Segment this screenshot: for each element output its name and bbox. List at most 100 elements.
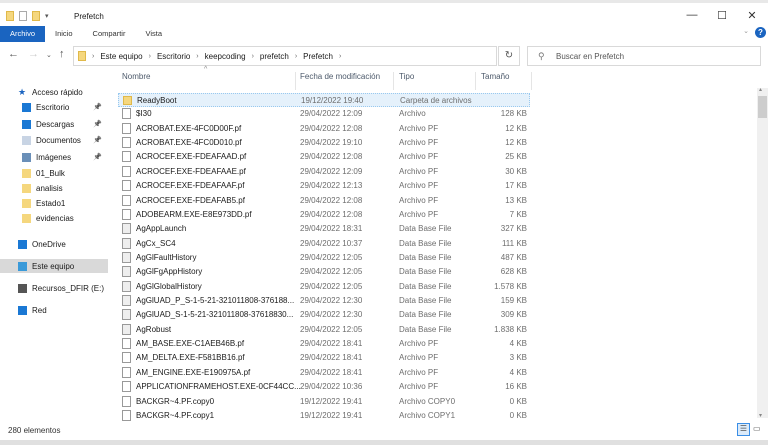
file-size: 17 KB (505, 181, 527, 191)
file-name: ACROBAT.EXE-4FC0D00F.pf (136, 123, 242, 133)
sidebar-item-label: Imágenes (36, 152, 72, 162)
sidebar-item-red[interactable]: Red (0, 303, 108, 317)
file-date: 29/04/2022 18:31 (300, 224, 363, 234)
column-header-date[interactable]: Fecha de modificación (300, 72, 380, 88)
file-row[interactable]: $I30 29/04/2022 12:09 Archivo 128 KB (118, 107, 530, 121)
breadcrumb-prefetch[interactable]: Prefetch (303, 52, 333, 61)
pin-icon[interactable]: 📌 (93, 136, 102, 144)
minimize-button[interactable]: — (677, 9, 707, 25)
sidebar-item-label: Estado1 (36, 198, 66, 208)
pin-icon[interactable]: 📌 (93, 120, 102, 128)
file-name: AM_ENGINE.EXE-E190975A.pf (136, 367, 251, 377)
file-date: 29/04/2022 12:05 (300, 324, 363, 334)
folder-icon (22, 168, 31, 178)
file-row[interactable]: AgGlUAD_P_S-1-5-21-321011808-376188... 29… (118, 294, 530, 308)
file-icon (122, 137, 131, 149)
file-type: Archivo PF (399, 339, 439, 349)
file-row[interactable]: AgGlFgAppHistory 29/04/2022 12:05 Data Bas… (118, 265, 530, 279)
large-icons-view-button[interactable]: ▭ (753, 424, 764, 435)
file-date: 29/04/2022 12:08 (300, 152, 363, 162)
breadcrumb-prefetch-parent[interactable]: prefetch (260, 52, 289, 61)
new-folder-icon[interactable] (32, 11, 40, 21)
file-row[interactable]: ACROCEF.EXE-FDEAFAAE.pf 29/04/2022 12:09 A… (118, 165, 530, 179)
sidebar-item-documentos[interactable]: Documentos 📌 (0, 133, 108, 147)
breadcrumb-este-equipo[interactable]: Este equipo (100, 52, 142, 61)
file-row[interactable]: ACROBAT.EXE-4FC0D010.pf 29/04/2022 19:10 A… (118, 136, 530, 150)
column-divider[interactable] (531, 72, 532, 90)
file-row[interactable]: AgCx_SC4 29/04/2022 10:37 Data Base File 11… (118, 237, 530, 251)
file-type: Archivo PF (399, 195, 439, 205)
sidebar-item-im-genes[interactable]: Imágenes 📌 (0, 150, 108, 164)
file-row[interactable]: BACKGR~4.PF.copy0 19/12/2022 19:41 Archivo… (118, 395, 530, 409)
status-item-count: 280 elementos (8, 426, 61, 435)
file-icon (122, 395, 131, 407)
sidebar-item-escritorio[interactable]: Escritorio 📌 (0, 100, 108, 114)
file-row[interactable]: AM_ENGINE.EXE-E190975A.pf 29/04/2022 18:4… (118, 366, 530, 380)
tab-inicio[interactable]: Inicio (45, 26, 83, 42)
scrollbar-thumb[interactable] (758, 96, 767, 118)
file-date: 29/04/2022 18:41 (300, 339, 363, 349)
address-bar[interactable]: › Este equipo › Escritorio › keepcoding … (73, 46, 497, 66)
tab-archivo[interactable]: Archivo (0, 26, 46, 42)
maximize-button[interactable]: ☐ (707, 9, 737, 25)
vertical-scrollbar[interactable] (757, 88, 768, 418)
file-date: 19/12/2022 19:41 (300, 396, 363, 406)
breadcrumb-keepcoding[interactable]: keepcoding (205, 52, 246, 61)
column-header-size[interactable]: Tamaño (481, 72, 509, 88)
file-size: 309 KB (500, 310, 527, 320)
tab-vista[interactable]: Vista (135, 26, 172, 42)
column-divider[interactable] (475, 72, 476, 90)
file-row[interactable]: ACROCEF.EXE-FDEAFAAF.pf 29/04/2022 12:13 A… (118, 179, 530, 193)
file-row[interactable]: AgGlUAD_S-1-5-21-321011808-37618830... 29… (118, 308, 530, 322)
file-row[interactable]: ACROCEF.EXE-FDEAFAAD.pf 29/04/2022 12:08 A… (118, 150, 530, 164)
file-row[interactable]: AgGlFaultHistory 29/04/2022 12:05 Data Bas… (118, 251, 530, 265)
forward-button[interactable]: → (28, 48, 39, 60)
sidebar-item-descargas[interactable]: Descargas 📌 (0, 117, 108, 131)
file-row[interactable]: ACROBAT.EXE-4FC0D00F.pf 29/04/2022 12:08 A… (118, 122, 530, 136)
search-input[interactable]: ⚲ Buscar en Prefetch (527, 46, 761, 66)
file-row[interactable]: ACROCEF.EXE-FDEAFAB5.pf 29/04/2022 12:08 A… (118, 194, 530, 208)
help-icon[interactable]: ? (755, 27, 766, 38)
file-type: Archivo COPY1 (399, 410, 456, 420)
details-view-button[interactable]: ☰ (737, 423, 750, 436)
file-date: 19/12/2022 19:40 (301, 96, 364, 105)
up-button[interactable]: ↑ (59, 48, 65, 60)
file-row[interactable]: AgAppLaunch 29/04/2022 18:31 Data Base Fil… (118, 222, 530, 236)
file-row[interactable]: APPLICATIONFRAMEHOST.EXE-0CF44CC... 29/04… (118, 380, 530, 394)
sidebar-item-recursos-dfir-e-[interactable]: Recursos_DFIR (E:) (0, 281, 108, 295)
scroll-down-icon[interactable]: ▾ (759, 412, 762, 419)
file-row[interactable]: AM_DELTA.EXE-F581BB16.pf 29/04/2022 18:41… (118, 351, 530, 365)
refresh-button[interactable]: ↻ (498, 46, 520, 66)
sidebar-item-estado1[interactable]: Estado1 (0, 196, 108, 210)
column-header-name[interactable]: Nombre (122, 72, 150, 88)
sidebar-item-acceso-r-pido[interactable]: ★ Acceso rápido (0, 85, 108, 99)
sidebar-item-analisis[interactable]: analisis (0, 181, 108, 195)
file-icon (122, 409, 131, 421)
tab-compartir[interactable]: Compartir (83, 26, 136, 42)
sidebar-item-label: 01_Bulk (36, 168, 65, 178)
file-row[interactable]: AgRobust 29/04/2022 12:05 Data Base File 1.… (118, 323, 530, 337)
file-row[interactable]: ReadyBoot 19/12/2022 19:40 Carpeta de arch… (118, 93, 530, 107)
sidebar-item-onedrive[interactable]: OneDrive (0, 237, 108, 251)
recent-locations-button[interactable]: ⌄ (46, 51, 52, 59)
pin-icon[interactable]: 📌 (93, 153, 102, 161)
file-row[interactable]: BACKGR~4.PF.copy1 19/12/2022 19:41 Archivo… (118, 409, 530, 423)
file-row[interactable]: AM_BASE.EXE-C1AEB46B.pf 29/04/2022 18:41 A… (118, 337, 530, 351)
file-row[interactable]: AgGlGlobalHistory 29/04/2022 12:05 Data Ba… (118, 280, 530, 294)
folder-icon (78, 51, 86, 61)
expand-ribbon-icon[interactable]: ⌄ (743, 27, 749, 35)
back-button[interactable]: ← (8, 48, 19, 60)
close-button[interactable]: ✕ (737, 9, 767, 25)
column-divider[interactable] (295, 72, 296, 90)
properties-icon[interactable] (19, 11, 27, 21)
pin-icon[interactable]: 📌 (93, 103, 102, 111)
sidebar-item-evidencias[interactable]: evidencias (0, 211, 108, 225)
file-row[interactable]: ADOBEARM.EXE-E8E973DD.pf 29/04/2022 12:08… (118, 208, 530, 222)
column-header-type[interactable]: Tipo (399, 72, 414, 88)
column-divider[interactable] (393, 72, 394, 90)
sidebar-item-este-equipo[interactable]: Este equipo (0, 259, 108, 273)
customize-toolbar-icon[interactable]: ▾ (45, 12, 49, 20)
scroll-up-icon[interactable]: ▴ (759, 86, 762, 93)
sidebar-item-01-bulk[interactable]: 01_Bulk (0, 166, 108, 180)
breadcrumb-escritorio[interactable]: Escritorio (157, 52, 190, 61)
